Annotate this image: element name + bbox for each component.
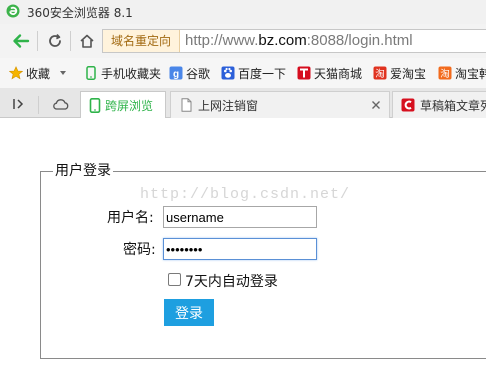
url-domain: bz.com	[258, 32, 307, 49]
page-icon	[181, 98, 192, 112]
back-button[interactable]	[10, 30, 32, 52]
tab-label: 跨屏浏览	[105, 98, 154, 113]
bookmark-label: 天猫商城	[314, 66, 363, 81]
bookmark-label: 爱淘宝	[390, 66, 427, 81]
sidebar-toggle-icon	[13, 99, 24, 109]
reload-icon	[49, 33, 61, 47]
baidu-icon	[221, 66, 235, 80]
cloud-sync-button[interactable]	[50, 93, 72, 115]
svg-text:g: g	[173, 69, 179, 80]
login-button[interactable]: 登录	[164, 299, 214, 326]
taobao-icon: 淘	[438, 66, 452, 80]
chevron-down-icon	[60, 71, 67, 75]
phone-icon	[89, 97, 101, 113]
phone-icon	[86, 66, 96, 80]
favorites-menu[interactable]: 收藏	[9, 63, 70, 83]
favorites-label: 收藏	[26, 66, 51, 81]
bookmark-aitaobao[interactable]: 淘 爱淘宝	[373, 63, 426, 83]
remember-me-label[interactable]: 7天内自动登录	[185, 271, 278, 291]
tab-cross-screen[interactable]: 跨屏浏览	[80, 91, 166, 118]
username-label: 用户名:	[107, 210, 154, 226]
tab-separator	[38, 96, 39, 114]
csdn-icon	[401, 98, 415, 112]
url-prefix: http://www.	[185, 32, 259, 49]
nav-separator	[37, 31, 38, 51]
home-button[interactable]	[76, 30, 98, 52]
nav-separator	[70, 31, 71, 51]
url-suffix: :8088/login.html	[306, 32, 413, 49]
home-icon	[80, 34, 94, 48]
close-icon[interactable]	[371, 100, 381, 110]
bookmark-label: 谷歌	[186, 66, 211, 81]
tab-label: 草稿箱文章列	[420, 98, 486, 113]
sidebar-toggle-button[interactable]	[8, 93, 30, 115]
reload-button[interactable]	[44, 30, 66, 52]
browser-logo-icon	[6, 4, 20, 18]
bookmark-label: 淘宝韩	[455, 66, 486, 81]
google-icon: g	[169, 66, 183, 80]
bookmark-tmall[interactable]: 天猫商城	[297, 63, 362, 83]
window-title: 360安全浏览器 8.1	[27, 6, 133, 20]
bookmark-label: 手机收藏夹	[101, 66, 162, 81]
star-icon	[9, 66, 23, 80]
svg-text:淘: 淘	[375, 68, 385, 80]
domain-redirect-badge[interactable]: 域名重定向	[103, 30, 180, 52]
tab-label: 上网注销窗	[198, 98, 259, 113]
bookmark-taobao[interactable]: 淘 淘宝韩	[438, 63, 486, 83]
svg-text:淘: 淘	[440, 68, 450, 80]
blog-watermark: http://blog.csdn.net/	[140, 186, 351, 203]
tmall-icon	[297, 66, 311, 80]
password-input[interactable]	[163, 238, 317, 260]
remember-me-checkbox[interactable]	[168, 273, 181, 286]
back-arrow-icon	[13, 34, 30, 48]
bookmark-mobile-favorites[interactable]: 手机收藏夹	[84, 63, 161, 83]
tab-logout-window[interactable]: 上网注销窗	[170, 91, 390, 118]
cloud-icon	[53, 99, 69, 110]
aitaobao-icon: 淘	[373, 66, 387, 80]
bookmark-label: 百度一下	[238, 66, 287, 81]
bookmark-google[interactable]: g 谷歌	[169, 63, 210, 83]
bookmark-baidu[interactable]: 百度一下	[221, 63, 286, 83]
fieldset-legend: 用户登录	[53, 160, 113, 180]
password-label: 密码:	[123, 242, 156, 258]
username-input[interactable]	[163, 206, 317, 228]
tab-drafts[interactable]: 草稿箱文章列	[392, 91, 486, 118]
url-text[interactable]: http://www.bz.com:8088/login.html	[185, 30, 413, 52]
